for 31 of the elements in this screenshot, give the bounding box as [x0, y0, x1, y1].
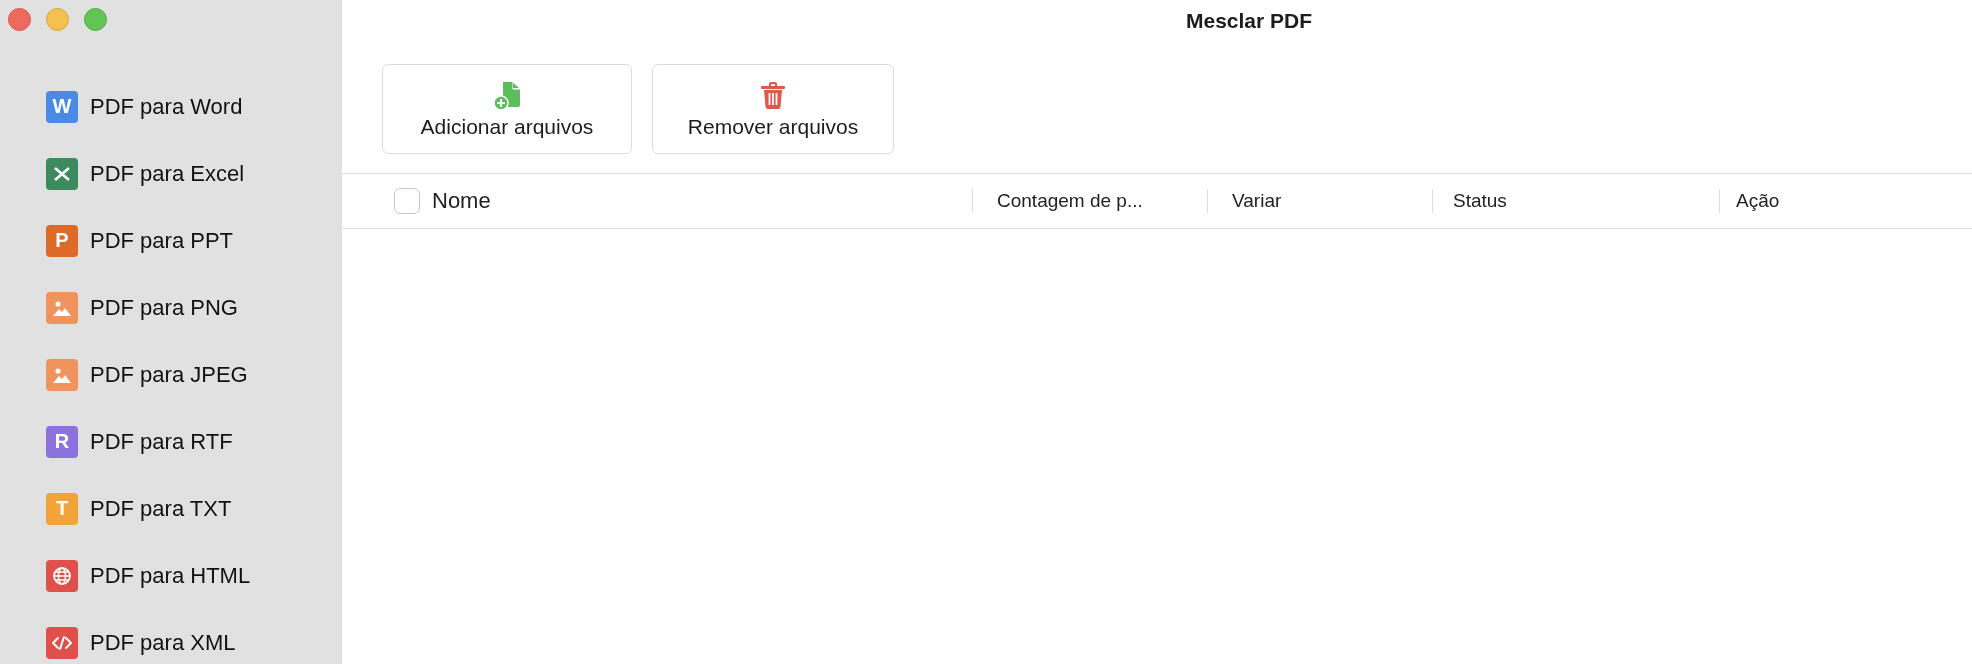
sidebar-item[interactable]: P PDF para PPT [38, 222, 242, 259]
image-icon [46, 358, 78, 391]
sidebar-item[interactable]: PDF para HTML [38, 557, 259, 594]
column-header[interactable]: Nome [432, 188, 972, 214]
sidebar-item[interactable]: PDF para XML [38, 624, 244, 661]
column-header[interactable]: Variar [1232, 190, 1432, 212]
cross-icon [46, 157, 78, 190]
add-files-button[interactable]: Adicionar arquivos [382, 64, 632, 154]
sidebar-item[interactable]: R PDF para RTF [38, 423, 241, 460]
letter-icon: R [46, 425, 78, 458]
column-header[interactable]: Ação [1736, 190, 1780, 212]
select-all-checkbox[interactable] [394, 188, 420, 214]
sidebar-item[interactable]: PDF para JPEG [38, 356, 256, 393]
globe-icon [46, 559, 78, 592]
image-icon [46, 291, 78, 324]
window-title: Mesclar PDF [1184, 8, 1314, 34]
code-icon [46, 626, 78, 659]
letter-icon: W [46, 90, 78, 123]
minimize-window-button[interactable] [46, 8, 69, 31]
column-header[interactable]: Status [1453, 190, 1719, 212]
sidebar-item[interactable]: PDF para Excel [38, 155, 253, 192]
zoom-window-button[interactable] [84, 8, 107, 31]
close-window-button[interactable] [8, 8, 31, 31]
file-add-icon [491, 79, 523, 111]
sidebar-item[interactable]: W PDF para Word [38, 88, 251, 125]
sidebar-item[interactable]: PDF para PNG [38, 289, 246, 326]
remove-files-button[interactable]: Remover arquivos [652, 64, 894, 154]
letter-icon: T [46, 492, 78, 525]
column-header[interactable]: Contagem de p... [997, 190, 1207, 212]
sidebar-item[interactable]: T PDF para TXT [38, 490, 240, 527]
letter-icon: P [46, 224, 78, 257]
